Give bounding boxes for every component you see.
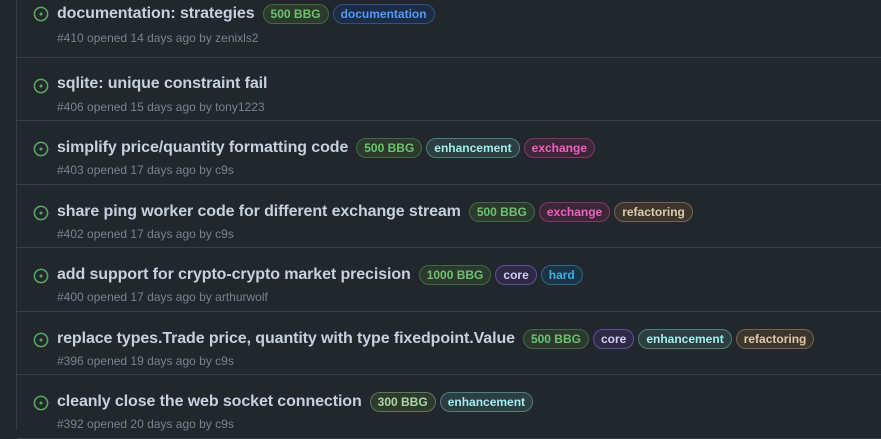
issue-label[interactable]: enhancement — [638, 328, 732, 349]
issue-row[interactable]: cleanly close the web socket connection 3… — [17, 375, 881, 439]
issue-author-link[interactable]: c9s — [215, 163, 234, 177]
issue-list: documentation: strategies 500 BBG document… — [16, 0, 881, 439]
issue-opened-icon — [33, 6, 49, 22]
issue-title-link[interactable]: share ping worker code for different exc… — [57, 203, 461, 221]
issue-opened-text: opened 15 days ago by — [87, 99, 212, 114]
issue-meta: #403 opened 17 days ago by c9s — [57, 163, 234, 177]
issue-label[interactable]: core — [592, 328, 635, 349]
issue-opened-icon — [33, 268, 49, 284]
issue-label[interactable]: 300 BBG — [369, 392, 436, 412]
issue-meta: #396 opened 19 days ago by c9s — [57, 354, 234, 368]
issue-title-link[interactable]: add support for crypto-crypto market pre… — [57, 266, 411, 284]
issue-label[interactable]: documentation — [332, 4, 435, 24]
issue-title-link[interactable]: documentation: strategies — [57, 5, 255, 23]
issue-opened-icon — [33, 205, 49, 220]
issue-author-link[interactable]: zenixls2 — [215, 31, 258, 45]
issue-number: #400 — [57, 290, 84, 304]
issue-opened-icon — [33, 141, 49, 157]
issue-opened-text: opened 19 days ago by — [87, 353, 212, 368]
issue-title-line: documentation: strategies 500 BBG document… — [57, 4, 435, 24]
issue-row[interactable]: share ping worker code for different exc… — [17, 185, 881, 248]
issue-row[interactable]: documentation: strategies 500 BBG document… — [17, 0, 881, 58]
issue-label[interactable]: enhancement — [439, 392, 534, 412]
issue-label[interactable]: core — [495, 265, 537, 285]
issue-author-link[interactable]: c9s — [215, 354, 234, 368]
issue-opened-text: opened 17 days ago by — [87, 226, 212, 241]
issue-label[interactable]: refactoring — [735, 328, 815, 349]
issue-number: #403 — [57, 163, 84, 177]
issue-title-link[interactable]: cleanly close the web socket connection — [57, 393, 362, 411]
issue-number: #402 — [57, 226, 84, 241]
issue-label[interactable]: enhancement — [426, 138, 520, 158]
issue-row[interactable]: simplify price/quantity formatting code 5… — [17, 121, 881, 185]
issue-label[interactable]: 500 BBG — [522, 328, 589, 349]
issue-label[interactable]: hard — [540, 265, 583, 285]
issue-meta: #406 opened 15 days ago by tony1223 — [57, 100, 265, 114]
issue-meta: #402 opened 17 days ago by c9s — [57, 227, 234, 241]
issue-opened-text: opened 14 days ago by — [87, 31, 212, 45]
issue-meta: #392 opened 20 days ago by c9s — [57, 417, 234, 431]
issue-meta: #410 opened 14 days ago by zenixls2 — [57, 31, 259, 45]
issue-meta: #400 opened 17 days ago by arthurwolf — [57, 290, 268, 304]
issue-title-link[interactable]: simplify price/quantity formatting code — [57, 139, 348, 157]
issue-title-line: cleanly close the web socket connection 3… — [57, 392, 534, 412]
issue-title-line: sqlite: unique constraint fail — [57, 75, 271, 93]
issue-label[interactable]: refactoring — [614, 201, 693, 222]
issue-number: #392 — [57, 417, 84, 431]
issue-label[interactable]: exchange — [538, 201, 611, 222]
issue-row[interactable]: replace types.Trade price, quantity with… — [17, 312, 881, 375]
issue-row[interactable]: add support for crypto-crypto market pre… — [17, 248, 881, 312]
issue-label[interactable]: 500 BBG — [262, 4, 329, 24]
issue-number: #406 — [57, 99, 84, 114]
issue-label[interactable]: 500 BBG — [468, 201, 535, 222]
issue-author-link[interactable]: c9s — [215, 417, 234, 431]
issue-title-link[interactable]: sqlite: unique constraint fail — [57, 75, 267, 93]
issue-opened-icon — [33, 332, 49, 347]
issue-author-link[interactable]: tony1223 — [215, 100, 264, 114]
issue-opened-text: opened 17 days ago by — [87, 290, 212, 304]
issue-label[interactable]: exchange — [523, 138, 595, 158]
issue-label[interactable]: 1000 BBG — [418, 265, 492, 285]
issue-number: #396 — [57, 353, 84, 368]
issue-title-link[interactable]: replace types.Trade price, quantity with… — [57, 330, 515, 348]
issue-title-line: simplify price/quantity formatting code 5… — [57, 138, 595, 158]
issue-title-line: share ping worker code for different exc… — [57, 201, 693, 222]
issue-author-link[interactable]: arthurwolf — [215, 290, 268, 304]
issue-row[interactable]: sqlite: unique constraint fail #406 opene… — [17, 58, 881, 121]
issue-label[interactable]: 500 BBG — [356, 138, 423, 158]
issue-opened-icon — [33, 395, 49, 411]
issue-title-line: add support for crypto-crypto market pre… — [57, 265, 583, 285]
issue-title-line: replace types.Trade price, quantity with… — [57, 328, 815, 349]
issue-author-link[interactable]: c9s — [215, 227, 234, 241]
issue-opened-text: opened 20 days ago by — [87, 417, 212, 431]
issue-opened-icon — [33, 78, 49, 93]
issue-opened-text: opened 17 days ago by — [87, 163, 212, 177]
issue-number: #410 — [57, 31, 84, 45]
